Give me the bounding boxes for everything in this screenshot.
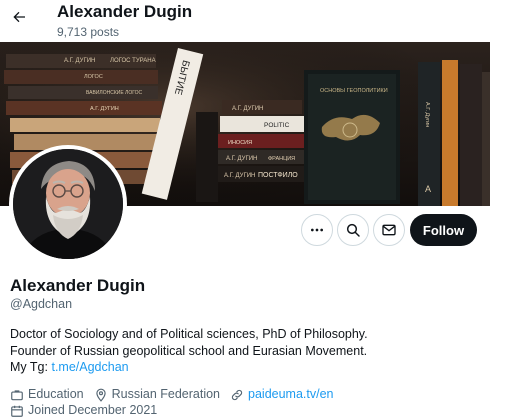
telegram-link[interactable]: t.me/Agdchan bbox=[51, 360, 128, 374]
banner-spine-text: ВАВИЛОНСКИЕ ЛОГОС bbox=[86, 90, 143, 96]
follow-button[interactable]: Follow bbox=[410, 214, 477, 246]
banner-spine-text: POLITIC bbox=[264, 122, 290, 129]
link-icon bbox=[230, 388, 244, 402]
banner-spine-text: ЛОГОС ТУРАНА bbox=[110, 58, 156, 64]
banner-spine-text: А bbox=[425, 184, 431, 194]
banner-spine-text: А.Г. ДУГИН bbox=[90, 106, 119, 112]
joined-label: Joined December 2021 bbox=[28, 403, 158, 417]
banner-spine-text: ПОСТФИЛО bbox=[258, 172, 298, 179]
avatar-image bbox=[13, 149, 123, 259]
banner-spine-text: А.Г. ДУГИН bbox=[224, 173, 255, 179]
bio-line: Founder of Russian geopolitical school a… bbox=[10, 343, 368, 358]
bio-line: My Tg: t.me/Agdchan bbox=[10, 359, 368, 376]
banner-spine-text: А.Г. ДУГИН bbox=[64, 58, 95, 64]
calendar-icon bbox=[10, 404, 24, 418]
banner-spine-text: ФРАНЦИЯ bbox=[268, 156, 295, 162]
envelope-icon bbox=[382, 224, 396, 236]
banner-spine-text: ОСНОВЫ ГЕОПОЛИТИКИ bbox=[320, 88, 388, 94]
arrow-left-icon bbox=[13, 11, 25, 23]
more-horizontal-icon bbox=[311, 228, 323, 232]
header-title: Alexander Dugin bbox=[57, 2, 193, 21]
banner-spine-text: ИНОСИЯ bbox=[228, 140, 252, 146]
banner-spine-text: А.Г. ДУГИН bbox=[232, 106, 263, 112]
banner-spine-text: ЛОГОС bbox=[84, 74, 103, 80]
back-button[interactable] bbox=[8, 6, 30, 28]
banner-spine-text: А.Г. Дугин bbox=[424, 102, 430, 127]
profile-joined: Joined December 2021 bbox=[10, 403, 157, 418]
category-label: Education bbox=[28, 387, 84, 401]
map-pin-icon bbox=[94, 388, 108, 402]
website-link[interactable]: paideuma.tv/en bbox=[248, 387, 333, 402]
profile-avatar[interactable] bbox=[9, 145, 127, 263]
post-count: 9,713 posts bbox=[57, 25, 120, 39]
search-button[interactable] bbox=[337, 214, 369, 246]
more-button[interactable] bbox=[301, 214, 333, 246]
profile-handle: @Agdchan bbox=[10, 297, 73, 311]
location-item: Russian Federation bbox=[94, 387, 220, 402]
website-item[interactable]: paideuma.tv/en bbox=[230, 387, 334, 402]
bio-line: Doctor of Sociology and of Political sci… bbox=[10, 327, 368, 341]
location-label: Russian Federation bbox=[111, 387, 221, 401]
search-icon bbox=[346, 223, 360, 237]
profile-bio: Doctor of Sociology and of Political sci… bbox=[10, 326, 368, 376]
category-item: Education bbox=[10, 387, 84, 402]
profile-header: Alexander Dugin 9,713 posts bbox=[0, 0, 514, 42]
profile-meta: Education Russian Federation paideuma.tv… bbox=[10, 387, 344, 402]
banner-spine-text: А.Г. ДУГИН bbox=[226, 156, 257, 162]
message-button[interactable] bbox=[373, 214, 405, 246]
briefcase-icon bbox=[10, 388, 24, 402]
profile-name: Alexander Dugin bbox=[10, 276, 146, 295]
bio-prefix: My Tg: bbox=[10, 360, 48, 374]
